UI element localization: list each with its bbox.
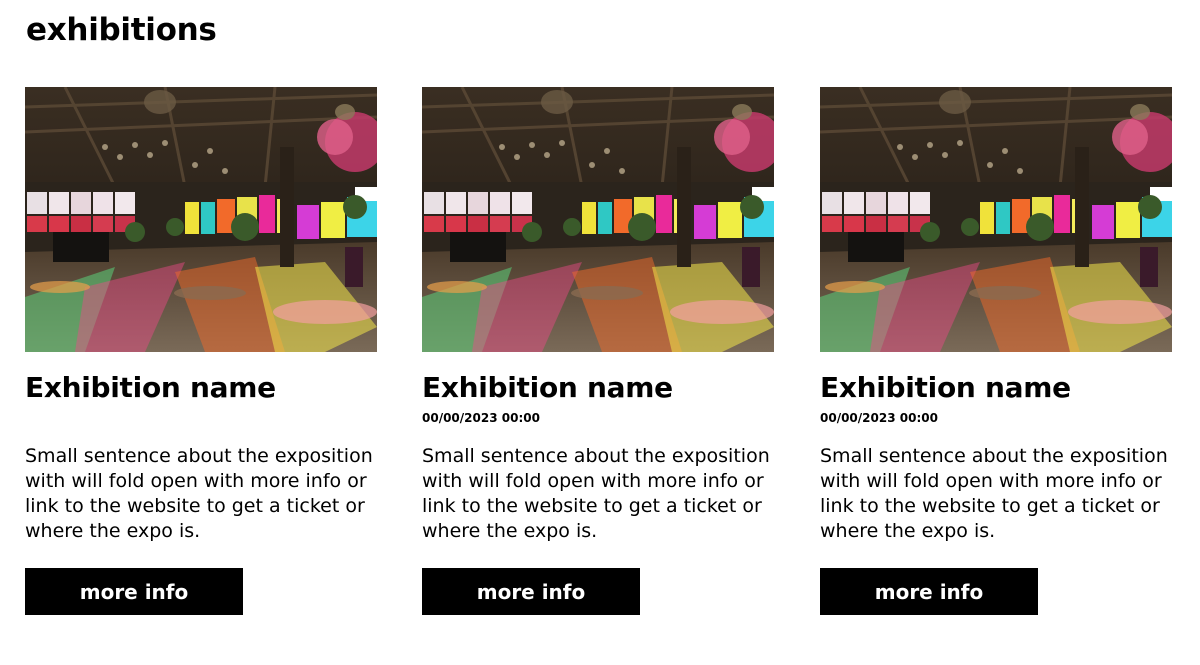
exhibition-card: Exhibition name Small sentence about the… <box>25 87 377 615</box>
exhibition-name: Exhibition name <box>25 371 276 404</box>
venue-hall-image <box>820 87 1172 352</box>
exhibition-card: Exhibition name 00/00/2023 00:00 Small s… <box>422 87 774 615</box>
more-info-button[interactable]: more info <box>25 568 243 615</box>
exhibition-photo <box>25 87 377 352</box>
page-title: exhibitions <box>26 12 217 48</box>
venue-hall-image <box>422 87 774 352</box>
exhibition-date: 00/00/2023 00:00 <box>422 411 540 425</box>
exhibition-description: Small sentence about the exposition with… <box>422 445 770 542</box>
exhibition-card: Exhibition name 00/00/2023 00:00 Small s… <box>820 87 1172 615</box>
exhibition-name: Exhibition name <box>820 371 1071 404</box>
more-info-button[interactable]: more info <box>422 568 640 615</box>
exhibition-description: Small sentence about the exposition with… <box>820 445 1168 542</box>
exhibition-date <box>25 411 377 425</box>
exhibition-date: 00/00/2023 00:00 <box>820 411 938 425</box>
exhibition-photo <box>820 87 1172 352</box>
exhibition-description: Small sentence about the exposition with… <box>25 445 373 542</box>
more-info-button[interactable]: more info <box>820 568 1038 615</box>
exhibition-photo <box>422 87 774 352</box>
venue-hall-image <box>25 87 377 352</box>
exhibition-name: Exhibition name <box>422 371 673 404</box>
